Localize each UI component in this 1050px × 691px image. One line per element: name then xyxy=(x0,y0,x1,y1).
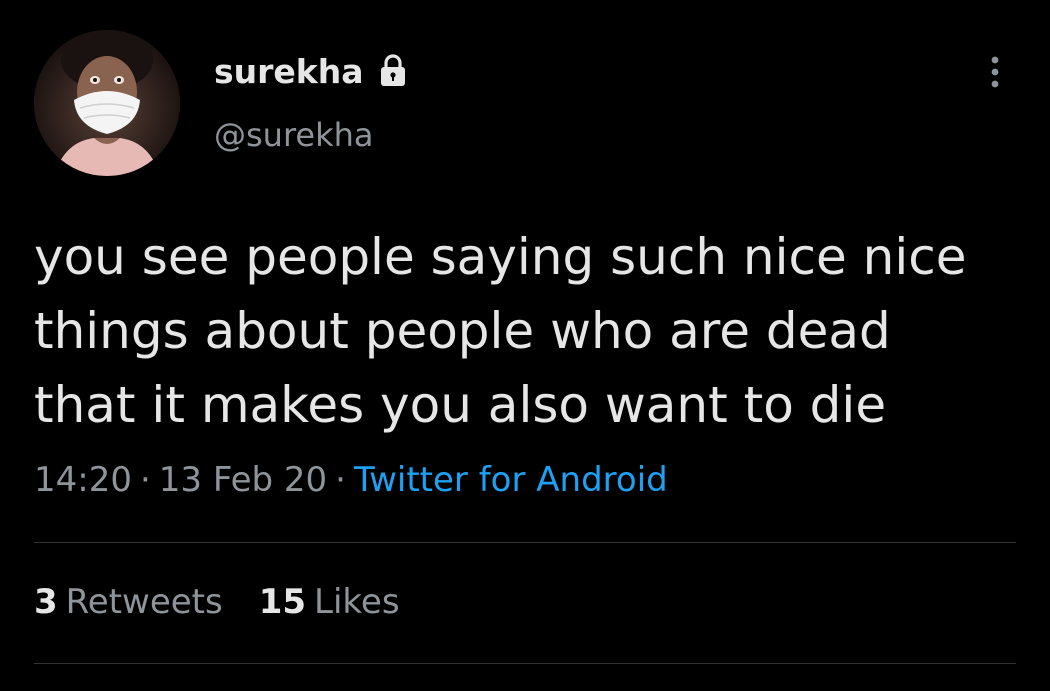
tweet-time[interactable]: 14:20 xyxy=(34,460,132,500)
tweet-text: you see people saying such nice nice thi… xyxy=(34,228,967,434)
user-handle[interactable]: @surekha xyxy=(214,116,374,154)
avatar[interactable] xyxy=(34,30,180,176)
display-name-row: surekha xyxy=(214,46,408,96)
retweets-count: 3 xyxy=(34,582,58,622)
tweet-meta: 14:20 · 13 Feb 20 · Twitter for Android xyxy=(34,460,668,500)
tweet-date[interactable]: 13 Feb 20 xyxy=(159,460,327,500)
divider xyxy=(34,542,1016,543)
display-name[interactable]: surekha xyxy=(214,52,364,91)
likes-stat[interactable]: 15 Likes xyxy=(259,582,400,622)
tweet-source-link[interactable]: Twitter for Android xyxy=(354,460,668,500)
more-vertical-icon[interactable] xyxy=(983,52,1007,92)
meta-separator: · xyxy=(139,460,151,500)
retweets-stat[interactable]: 3 Retweets xyxy=(34,582,223,622)
lock-icon xyxy=(380,54,405,86)
tweet-stats: 3 Retweets 15 Likes xyxy=(34,582,436,622)
likes-count: 15 xyxy=(258,582,307,622)
divider xyxy=(34,663,1016,664)
retweets-label: Retweets xyxy=(65,582,223,622)
meta-separator: · xyxy=(335,460,346,500)
likes-label: Likes xyxy=(314,582,400,622)
avatar-image xyxy=(34,30,180,176)
